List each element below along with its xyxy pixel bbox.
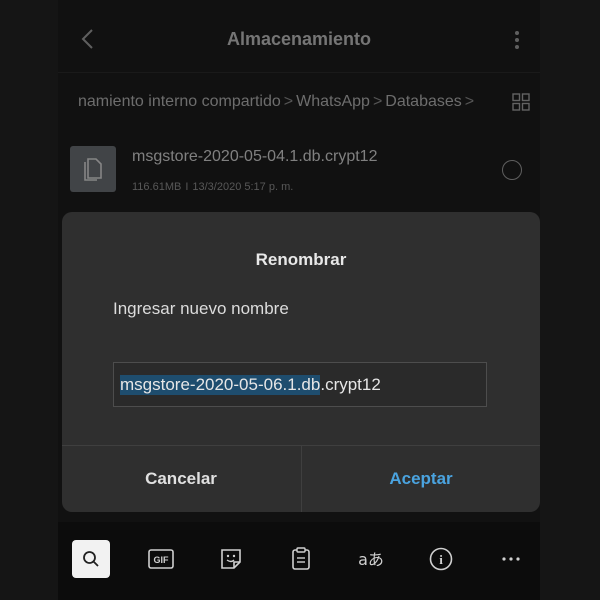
more-options-button[interactable] (508, 25, 526, 55)
info-glyph: i (439, 552, 443, 567)
translate-glyph: aあ (358, 550, 384, 569)
selected-text: msgstore-2020-05-06.1.db (120, 374, 321, 395)
sticker-button[interactable] (212, 540, 250, 578)
header-divider (58, 72, 540, 73)
unselected-text: .crypt12 (320, 374, 381, 394)
gif-icon: GIF (148, 549, 174, 569)
file-name: msgstore-2020-05-04.1.db.crypt12 (132, 148, 378, 165)
more-horizontal-icon (502, 557, 520, 561)
file-list-item[interactable]: msgstore-2020-05-04.1.db.crypt12 116.61M… (58, 140, 540, 210)
breadcrumb-separator: > (372, 93, 383, 110)
sticker-icon (221, 549, 241, 569)
view-toggle-button[interactable] (512, 93, 532, 113)
breadcrumb-item-databases[interactable]: Databases (385, 93, 462, 110)
document-icon (70, 146, 116, 192)
page-title: Almacenamiento (226, 29, 372, 49)
breadcrumb-separator: > (283, 93, 294, 110)
more-vertical-icon (515, 31, 519, 49)
breadcrumb-separator: > (464, 93, 475, 110)
info-icon: i (429, 547, 453, 571)
translate-button[interactable]: aあ (352, 540, 390, 578)
dialog-title: Renombrar (255, 250, 347, 269)
cancel-button[interactable]: Cancelar (62, 446, 300, 512)
dialog-label: Ingresar nuevo nombre (113, 299, 289, 318)
file-meta: 116.61MB I 13/3/2020 5:17 p. m. (132, 181, 293, 193)
accept-button[interactable]: Aceptar (301, 446, 540, 512)
breadcrumb-item-storage[interactable]: namiento interno compartido (78, 93, 281, 110)
file-date: 13/3/2020 5:17 p. m. (192, 181, 294, 193)
info-button[interactable]: i (422, 540, 460, 578)
clipboard-button[interactable] (282, 540, 320, 578)
breadcrumb: namiento interno compartido > WhatsApp > Dat… (78, 93, 477, 111)
gif-button[interactable]: GIF (142, 540, 180, 578)
translate-icon: aあ (358, 550, 384, 569)
meta-separator: I (185, 181, 189, 193)
rename-dialog: Renombrar Ingresar nuevo nombre msgstore… (62, 212, 540, 512)
more-button[interactable] (492, 540, 530, 578)
gif-label: GIF (154, 555, 170, 565)
select-radio[interactable] (502, 160, 522, 180)
dialog-footer: Cancelar Aceptar (62, 445, 540, 512)
filename-input[interactable]: msgstore-2020-05-06.1.db .crypt12 (113, 362, 487, 407)
clipboard-icon (292, 547, 310, 570)
grid-view-icon (512, 93, 530, 111)
search-button[interactable] (72, 540, 110, 578)
file-size: 116.61MB (132, 181, 182, 193)
search-icon (83, 551, 99, 567)
breadcrumb-item-whatsapp[interactable]: WhatsApp (296, 93, 370, 110)
keyboard-toolbar: GIF aあ i (58, 522, 540, 600)
